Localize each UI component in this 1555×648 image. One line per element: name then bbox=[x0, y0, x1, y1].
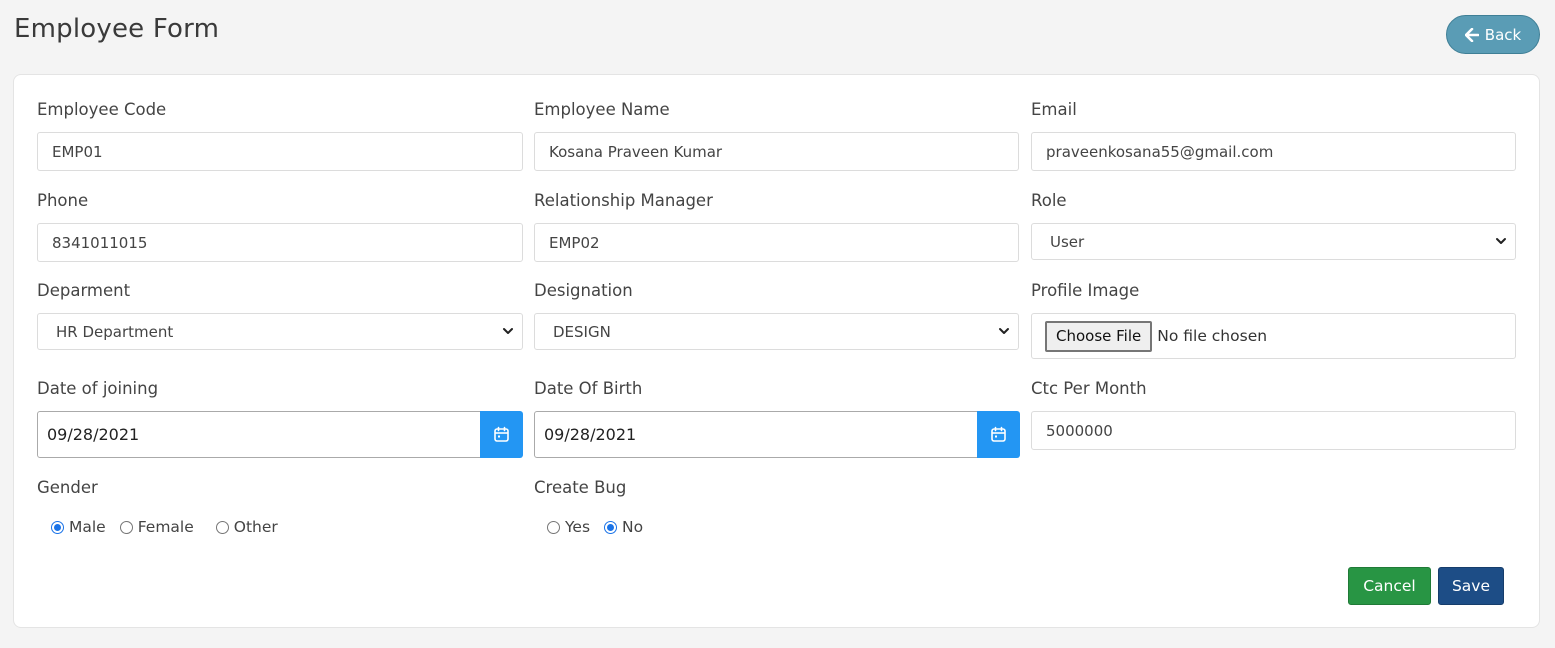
create-bug-option-yes[interactable]: Yes bbox=[547, 518, 590, 536]
phone-label: Phone bbox=[37, 191, 89, 210]
create-bug-label: Create Bug bbox=[534, 478, 627, 497]
role-select[interactable]: User bbox=[1031, 223, 1516, 260]
radio-label: Yes bbox=[565, 518, 591, 536]
role-select-value: User bbox=[1050, 232, 1085, 251]
gender-radio-group: Male Female Other bbox=[51, 518, 292, 536]
radio-button[interactable] bbox=[604, 520, 618, 534]
radio-button[interactable] bbox=[215, 520, 229, 534]
profile-image-input: Choose File No file chosen bbox=[1031, 313, 1516, 359]
department-select-value: HR Department bbox=[56, 322, 174, 341]
back-button-label: Back bbox=[1484, 25, 1522, 44]
save-button[interactable]: Save bbox=[1438, 567, 1504, 605]
relationship-manager-label: Relationship Manager bbox=[534, 191, 713, 210]
gender-label: Gender bbox=[37, 478, 98, 497]
date-of-birth-calendar-button[interactable] bbox=[977, 411, 1020, 458]
ctc-per-month-input[interactable]: 5000000 bbox=[1031, 411, 1516, 450]
radio-label: Female bbox=[137, 518, 194, 536]
date-of-joining-input[interactable]: 09/28/2021 bbox=[37, 411, 481, 458]
radio-label: Male bbox=[69, 518, 106, 536]
gender-option-male[interactable]: Male bbox=[51, 518, 106, 536]
email-label: Email bbox=[1031, 100, 1077, 119]
chevron-down-icon bbox=[503, 328, 513, 334]
chevron-down-icon bbox=[1496, 238, 1506, 244]
department-select[interactable]: HR Department bbox=[37, 313, 523, 350]
employee-code-input[interactable]: EMP01 bbox=[37, 132, 523, 171]
radio-label: Other bbox=[233, 518, 278, 536]
email-input[interactable]: praveenkosana55@gmail.com bbox=[1031, 132, 1516, 171]
role-label: Role bbox=[1031, 191, 1067, 210]
designation-label: Designation bbox=[534, 281, 633, 300]
gender-option-other[interactable]: Other bbox=[215, 518, 278, 536]
create-bug-option-no[interactable]: No bbox=[604, 518, 643, 536]
employee-name-input[interactable]: Kosana Praveen Kumar bbox=[534, 132, 1019, 171]
file-status-text: No file chosen bbox=[1157, 327, 1268, 345]
profile-image-label: Profile Image bbox=[1031, 281, 1140, 300]
create-bug-radio-group: Yes No bbox=[547, 518, 657, 536]
radio-button[interactable] bbox=[51, 520, 64, 534]
designation-select-value: DESIGN bbox=[553, 322, 611, 341]
employee-name-label: Employee Name bbox=[534, 100, 670, 119]
arrow-left-icon bbox=[1464, 27, 1479, 42]
chevron-down-icon bbox=[999, 328, 1009, 334]
back-button[interactable]: Back bbox=[1446, 15, 1540, 54]
date-of-joining-label: Date of joining bbox=[37, 379, 159, 398]
radio-button[interactable] bbox=[119, 520, 133, 534]
relationship-manager-input[interactable]: EMP02 bbox=[534, 223, 1019, 262]
date-of-birth-input[interactable]: 09/28/2021 bbox=[534, 411, 978, 458]
designation-select[interactable]: DESIGN bbox=[534, 313, 1019, 350]
department-label: Deparment bbox=[37, 281, 131, 300]
gender-option-female[interactable]: Female bbox=[119, 518, 194, 536]
calendar-icon bbox=[991, 426, 1006, 442]
date-of-joining-calendar-button[interactable] bbox=[480, 411, 523, 458]
cancel-button[interactable]: Cancel bbox=[1348, 567, 1431, 605]
ctc-per-month-label: Ctc Per Month bbox=[1031, 379, 1147, 398]
calendar-icon bbox=[494, 426, 509, 442]
phone-input[interactable]: 8341011015 bbox=[37, 223, 523, 262]
choose-file-button[interactable]: Choose File bbox=[1045, 320, 1153, 352]
employee-code-label: Employee Code bbox=[37, 100, 167, 119]
radio-label: No bbox=[622, 518, 644, 536]
page-title: Employee Form bbox=[14, 14, 220, 44]
radio-button[interactable] bbox=[547, 520, 560, 534]
date-of-birth-label: Date Of Birth bbox=[534, 379, 643, 398]
